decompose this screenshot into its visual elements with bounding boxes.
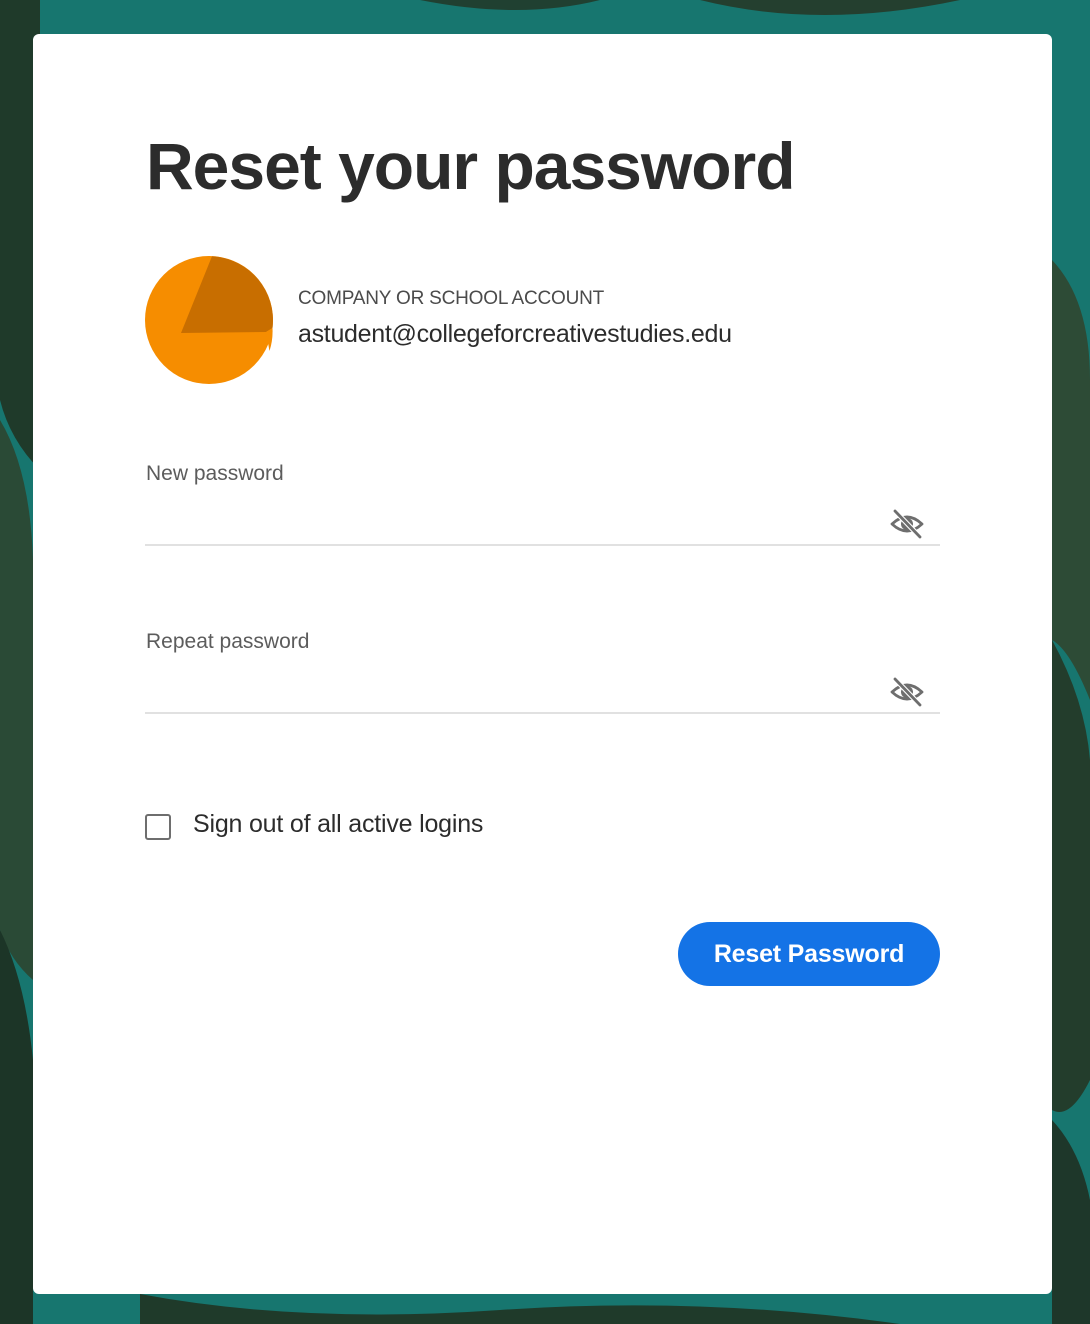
eye-slash-icon[interactable] [889, 674, 925, 710]
reset-password-button[interactable]: Reset Password [678, 922, 940, 986]
repeat-password-underline [145, 712, 940, 714]
account-avatar [145, 256, 273, 384]
account-type-label: COMPANY OR SCHOOL ACCOUNT [298, 288, 605, 309]
account-email: astudent@collegeforcreativestudies.edu [298, 320, 732, 348]
sign-out-all-checkbox[interactable] [145, 814, 171, 840]
page-title: Reset your password [146, 129, 796, 203]
eye-slash-icon[interactable] [889, 506, 925, 542]
new-password-label: New password [146, 462, 284, 485]
new-password-underline [145, 544, 940, 546]
repeat-password-label: Repeat password [146, 630, 310, 653]
sign-out-all-label[interactable]: Sign out of all active logins [193, 810, 483, 839]
new-password-input[interactable] [145, 502, 889, 540]
repeat-password-input[interactable] [145, 670, 889, 708]
reset-password-card: Reset your password COMPANY OR SCHOOL AC… [33, 34, 1052, 1294]
